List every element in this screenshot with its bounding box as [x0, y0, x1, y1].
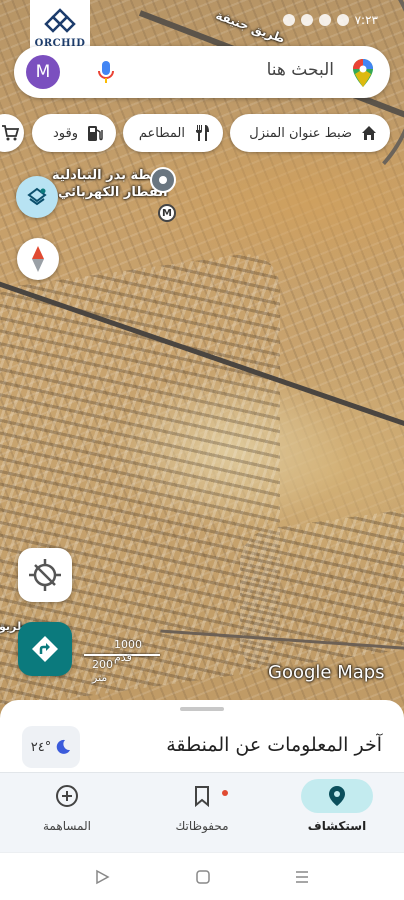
temperature: ٢٤° — [30, 739, 52, 755]
chip-restaurants[interactable]: المطاعم — [123, 114, 223, 152]
home-icon — [362, 126, 376, 140]
station-label-line2[interactable]: القطار الكهربائي — [58, 185, 168, 200]
scale-feet: 1000 قدم — [114, 638, 142, 664]
account-avatar[interactable]: M — [26, 55, 60, 89]
search-bar[interactable]: M البحث هنا — [14, 46, 390, 98]
chip-fuel[interactable]: وقود — [32, 114, 116, 152]
chip-label: ضبط عنوان المنزل — [249, 125, 352, 141]
search-input[interactable]: البحث هنا — [267, 60, 334, 80]
bottom-sheet[interactable]: ٢٤° آخر المعلومات عن المنطقة — [0, 700, 404, 780]
moon-icon — [56, 739, 71, 754]
chip-set-home[interactable]: ضبط عنوان المنزل — [230, 114, 390, 152]
tab-saved[interactable]: محفوظاتك — [135, 773, 269, 853]
chip-label: وقود — [53, 125, 78, 141]
satellite-map[interactable]: طريق جنيفة محطة بدر التبادلية القطار الك… — [0, 0, 404, 720]
back-icon[interactable] — [94, 869, 110, 885]
notification-icon — [318, 14, 331, 26]
notification-icon — [282, 14, 295, 26]
status-time: ٧:٢٣ — [354, 13, 378, 27]
layers-icon — [27, 187, 47, 206]
shopping-cart-icon — [2, 125, 19, 141]
tab-contribute[interactable]: المساهمة — [0, 773, 134, 853]
tab-contribute-indicator — [31, 779, 103, 813]
compass-icon — [32, 246, 44, 272]
location-off-icon — [29, 559, 61, 591]
compass-button[interactable] — [17, 238, 59, 280]
directions-icon — [32, 636, 58, 662]
add-circle-icon — [56, 785, 78, 807]
fuel-icon — [88, 126, 103, 141]
sheet-title: آخر المعلومات عن المنطقة — [166, 734, 382, 756]
tab-explore-indicator — [301, 779, 373, 813]
metro-icon: M — [158, 204, 176, 222]
home-button-icon[interactable] — [195, 869, 211, 885]
google-maps-attribution: Google Maps — [268, 662, 385, 683]
notification-icon — [300, 14, 313, 26]
explore-pin-icon — [329, 786, 345, 806]
bookmark-icon — [195, 786, 209, 807]
tab-explore[interactable]: استكشاف — [270, 773, 404, 853]
recent-apps-icon[interactable] — [294, 869, 310, 885]
tab-saved-label: محفوظاتك — [175, 819, 229, 833]
station-pin-icon[interactable] — [150, 167, 176, 193]
layers-button[interactable] — [16, 176, 58, 218]
notification-dot — [222, 790, 228, 796]
sheet-drag-handle[interactable] — [180, 707, 224, 711]
google-maps-pin-icon — [353, 59, 373, 87]
orchid-watermark-logo: ORCHID — [30, 0, 90, 52]
directions-button[interactable] — [18, 622, 72, 676]
restaurant-icon — [196, 125, 209, 141]
weather-chip[interactable]: ٢٤° — [22, 726, 80, 768]
wifi-icon — [336, 14, 349, 26]
tab-contribute-label: المساهمة — [43, 819, 91, 833]
orchid-logo-icon — [44, 8, 76, 33]
scale-meters: 200 متر — [92, 658, 113, 684]
tab-explore-label: استكشاف — [307, 819, 367, 833]
microphone-icon[interactable] — [98, 60, 114, 84]
system-navigation-bar — [0, 852, 404, 900]
bottom-navigation: استكشاف محفوظاتك المساهمة — [0, 772, 404, 852]
chip-label: المطاعم — [138, 125, 185, 141]
tab-saved-indicator — [166, 779, 238, 813]
my-location-button[interactable] — [18, 548, 72, 602]
